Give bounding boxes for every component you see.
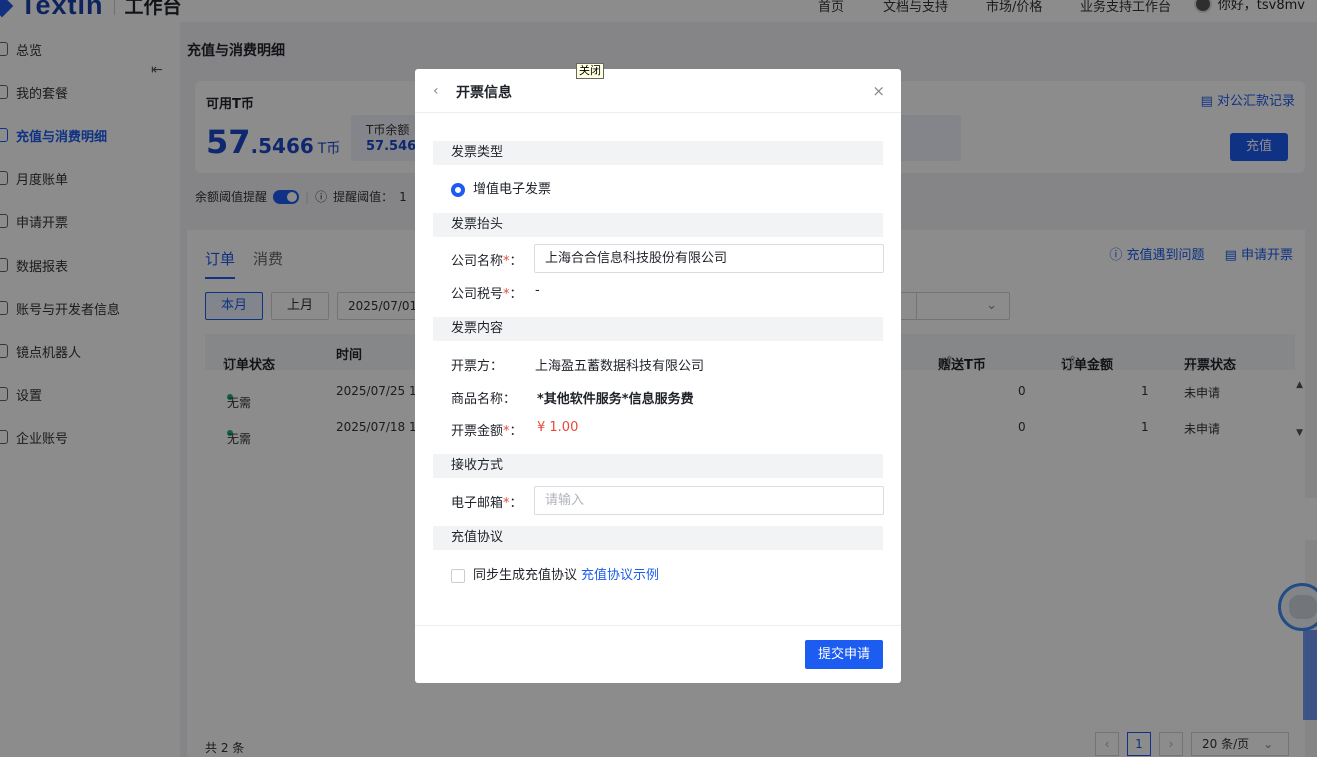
invoice-type-radio[interactable]: 增值电子发票: [451, 178, 551, 197]
amount-label: 开票金额*：: [451, 420, 523, 439]
label-text: 电子邮箱: [451, 496, 504, 511]
agreement-checkbox-row[interactable]: 同步生成充值协议 充值协议示例: [451, 564, 659, 583]
label-text: 开票金额: [451, 424, 504, 439]
goods-value: *其他软件服务*信息服务费: [537, 392, 694, 407]
issuer-value: 上海盈五蓄数据科技有限公司: [535, 359, 705, 374]
dialog-footer: 提交申请: [415, 625, 901, 683]
section-invoice-header: 发票抬头: [433, 213, 883, 237]
section-invoice-type: 发票类型: [433, 141, 883, 165]
tax-id-label: 公司税号*：: [451, 283, 523, 302]
submit-button[interactable]: 提交申请: [805, 640, 883, 669]
label-colon: ：: [509, 424, 523, 439]
label-text: 公司税号: [451, 287, 504, 302]
goods-label: 商品名称：: [451, 392, 517, 407]
radio-label: 增值电子发票: [473, 182, 552, 197]
close-icon[interactable]: ×: [872, 82, 885, 100]
section-receive: 接收方式: [433, 454, 883, 478]
issuer-label: 开票方：: [451, 359, 504, 374]
amount-value: ¥ 1.00: [537, 420, 579, 435]
label-colon: ：: [509, 496, 523, 511]
back-icon[interactable]: ‹: [433, 83, 439, 99]
dialog-title: 开票信息: [456, 85, 512, 101]
radio-checked-icon: [451, 182, 465, 197]
email-label: 电子邮箱*：: [451, 492, 523, 511]
agreement-checkbox-label: 同步生成充值协议: [473, 568, 578, 583]
close-tooltip: 关闭: [576, 63, 604, 79]
label-colon: ：: [509, 287, 523, 302]
label-colon: ：: [509, 254, 523, 269]
agreement-checkbox[interactable]: [451, 568, 465, 583]
section-agreement: 充值协议: [433, 526, 883, 550]
label-text: 公司名称: [451, 254, 504, 269]
invoice-dialog: ‹ 开票信息 × 发票类型 增值电子发票 发票抬头 公司名称*： 上海合合信息科…: [415, 69, 901, 683]
company-name-input[interactable]: 上海合合信息科技股份有限公司: [534, 244, 884, 273]
tax-id-value: -: [535, 283, 540, 298]
email-field[interactable]: 请输入: [534, 486, 884, 515]
company-name-label: 公司名称*：: [451, 250, 523, 269]
dialog-header: ‹ 开票信息 ×: [415, 69, 901, 113]
section-invoice-content: 发票内容: [433, 317, 883, 341]
agreement-sample-link[interactable]: 充值协议示例: [581, 568, 659, 583]
